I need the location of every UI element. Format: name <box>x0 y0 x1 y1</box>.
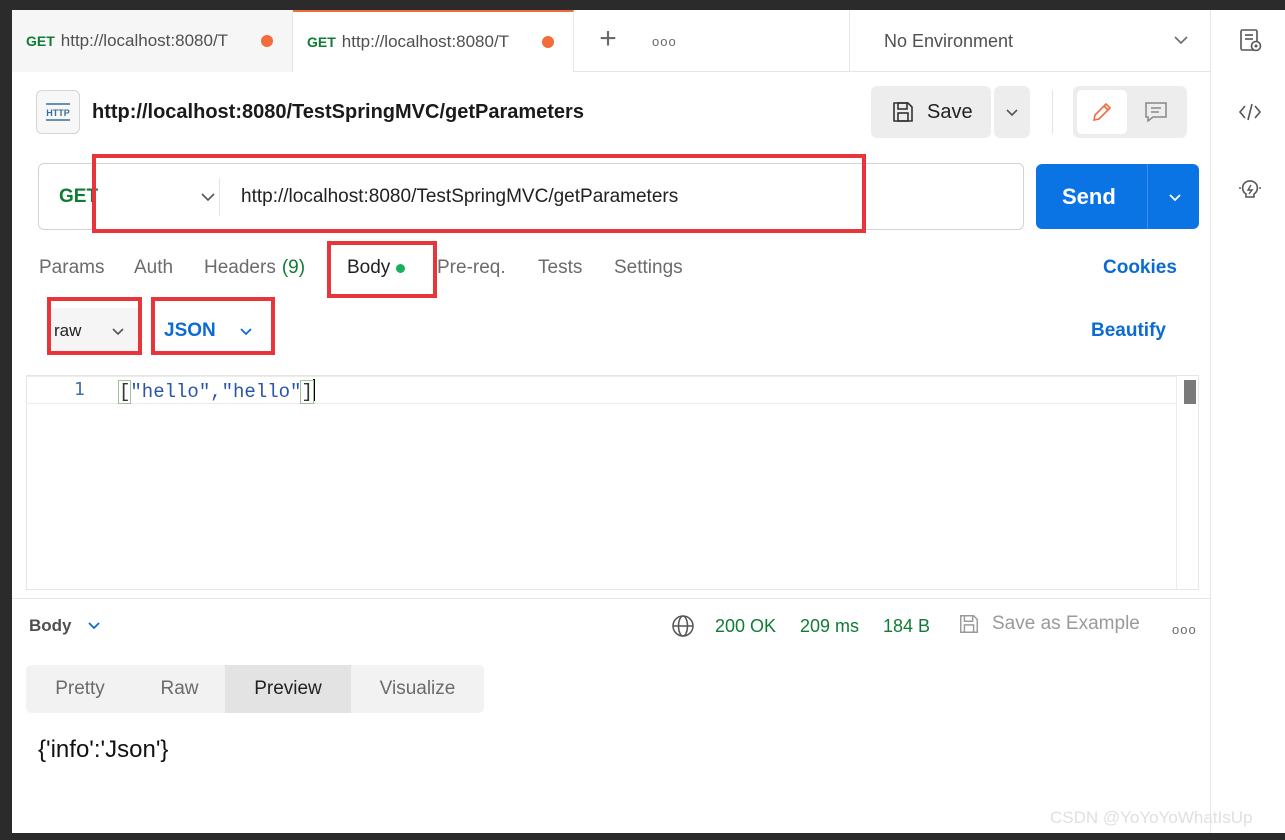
editor-scroll-track[interactable] <box>1176 376 1198 589</box>
request-tab-strip: GET http://localhost:8080/T GET http://l… <box>12 10 1210 72</box>
tab-url: http://localhost:8080/T <box>341 32 510 51</box>
view-tab-visualize[interactable]: Visualize <box>351 665 484 713</box>
editor-scrollbar[interactable] <box>1184 380 1196 404</box>
response-more-icon[interactable]: ooo <box>1172 622 1197 637</box>
chevron-down-icon <box>87 622 100 630</box>
edit-mode-button[interactable] <box>1077 90 1127 134</box>
annotation-box-url <box>92 154 866 233</box>
postman-window: GET http://localhost:8080/T GET http://l… <box>12 10 1285 833</box>
chevron-down-icon[interactable] <box>1167 190 1183 206</box>
tab-method: GET <box>26 33 55 49</box>
response-size[interactable]: 184 B <box>883 610 930 642</box>
request-name[interactable]: http://localhost:8080/TestSpringMVC/getP… <box>92 101 584 124</box>
save-button[interactable]: Save <box>871 86 991 138</box>
view-tab-raw[interactable]: Raw <box>134 665 225 713</box>
environment-label: No Environment <box>884 30 1014 51</box>
response-divider[interactable] <box>12 598 1210 599</box>
response-status[interactable]: 200 OK <box>715 610 776 642</box>
body-editor[interactable]: 1 ["hello","hello"] <box>26 375 1199 590</box>
save-label: Save <box>927 100 973 123</box>
save-icon <box>960 615 978 633</box>
request-tab-1[interactable]: GET http://localhost:8080/T <box>12 10 293 72</box>
globe-icon[interactable] <box>670 613 696 639</box>
annotation-box-json <box>151 297 275 355</box>
tab-url: http://localhost:8080/T <box>60 31 229 50</box>
response-body-dropdown[interactable]: Body <box>29 610 102 642</box>
save-icon <box>893 102 913 122</box>
response-time[interactable]: 209 ms <box>800 610 859 642</box>
save-as-example-label: Save as Example <box>992 613 1140 634</box>
tab-more-icon[interactable]: ooo <box>652 34 677 49</box>
save-dropdown-button[interactable] <box>994 86 1030 138</box>
request-tabs: Params Auth Headers (9) Body Pre-req. Te… <box>12 250 1210 286</box>
tab-headers-label: Headers <box>204 257 276 278</box>
view-tab-preview[interactable]: Preview <box>225 665 351 713</box>
chevron-down-icon <box>1006 109 1018 117</box>
watermark: CSDN @YoYoYoWhatIsUp <box>1050 808 1253 827</box>
http-icon: HTTP <box>36 90 80 134</box>
code-line[interactable]: ["hello","hello"] <box>117 379 315 404</box>
response-view-tabs: Pretty Raw Preview Visualize <box>26 665 484 713</box>
chevron-down-icon <box>1174 36 1188 45</box>
right-sidebar <box>1210 10 1285 833</box>
text-caret <box>312 379 315 401</box>
edit-comment-toggle <box>1073 86 1187 138</box>
annotation-box-raw <box>47 297 142 355</box>
send-divider <box>1147 164 1148 229</box>
comment-icon[interactable] <box>1143 99 1169 125</box>
tab-prereq[interactable]: Pre-req. <box>437 250 506 286</box>
request-tab-2[interactable]: GET http://localhost:8080/T <box>293 10 574 72</box>
code-bracket-close: ] <box>300 380 314 404</box>
environment-selector[interactable]: No Environment <box>849 10 1210 72</box>
tab-tests[interactable]: Tests <box>538 250 582 286</box>
code-bracket-open: [ <box>117 380 132 404</box>
line-number: 1 <box>74 379 85 400</box>
environment-quicklook-icon[interactable] <box>1236 26 1264 54</box>
response-body-label: Body <box>29 616 72 635</box>
request-title: HTTP http://localhost:8080/TestSpringMVC… <box>36 90 584 134</box>
view-tab-pretty[interactable]: Pretty <box>26 665 134 713</box>
unsaved-dot-icon <box>541 36 554 48</box>
send-button[interactable]: Send <box>1036 164 1199 229</box>
save-as-example-button[interactable]: Save as Example <box>958 608 1140 640</box>
response-preview-text: {'info':'Json'} <box>38 736 169 763</box>
code-content: "hello","hello" <box>130 381 302 403</box>
tab-method: GET <box>307 34 336 50</box>
cookies-link[interactable]: Cookies <box>1103 250 1177 286</box>
annotation-box-body-tab <box>327 241 437 298</box>
unsaved-dot-icon <box>260 35 273 47</box>
lightbulb-icon[interactable] <box>1236 176 1264 204</box>
tab-headers[interactable]: Headers (9) <box>204 250 305 286</box>
http-icon-label: HTTP <box>46 108 70 118</box>
new-tab-plus-icon[interactable]: + <box>594 24 622 54</box>
send-label: Send <box>1062 183 1116 209</box>
pencil-icon <box>1092 102 1112 122</box>
code-snippet-icon[interactable] <box>1236 98 1264 126</box>
tab-params[interactable]: Params <box>39 250 104 286</box>
beautify-link[interactable]: Beautify <box>1091 308 1166 354</box>
toolbar-divider <box>1052 90 1053 134</box>
headers-count: (9) <box>281 257 306 278</box>
tab-settings[interactable]: Settings <box>614 250 683 286</box>
tab-auth[interactable]: Auth <box>134 250 173 286</box>
